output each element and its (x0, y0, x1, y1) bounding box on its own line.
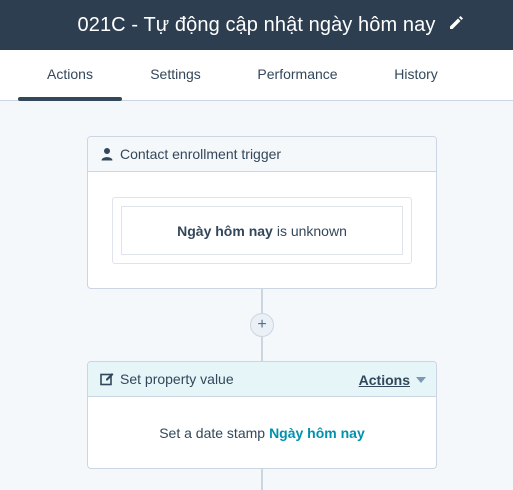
filter-property: Ngày hôm nay (177, 222, 273, 239)
actions-dropdown-label[interactable]: Actions (359, 372, 410, 388)
connector-line (261, 468, 263, 490)
tab-bar: Actions Settings Performance History (0, 50, 513, 101)
trigger-filter[interactable]: Ngày hôm nay is unknown (121, 206, 403, 255)
trigger-card-header: Contact enrollment trigger (88, 137, 436, 172)
action-description-text: Set a date stamp (159, 424, 266, 441)
connector-line (261, 289, 263, 313)
trigger-filter-group: Ngày hôm nay is unknown (112, 197, 412, 264)
add-action-button[interactable]: + (250, 313, 274, 337)
action-property-link[interactable]: Ngày hôm nay (269, 425, 365, 441)
tab-performance[interactable]: Performance (236, 50, 359, 100)
tab-settings[interactable]: Settings (128, 50, 223, 100)
enrollment-trigger-card[interactable]: Contact enrollment trigger Ngày hôm nay … (87, 136, 437, 289)
filter-condition: is unknown (276, 222, 347, 239)
edit-square-icon (100, 373, 114, 386)
pencil-icon[interactable] (447, 13, 465, 31)
action-title: Set property value (120, 371, 234, 387)
workflow-title[interactable]: 021C - Tự động cập nhật ngày hôm nay (78, 14, 436, 37)
person-icon (101, 148, 113, 161)
actions-dropdown[interactable]: Actions (359, 362, 426, 397)
action-description: Set a date stamp Ngày hôm nay (88, 397, 436, 468)
tab-actions[interactable]: Actions (18, 50, 122, 100)
set-property-action-card[interactable]: Set property value Actions Set a date st… (87, 361, 437, 469)
tab-history[interactable]: History (372, 50, 460, 100)
trigger-title: Contact enrollment trigger (120, 146, 282, 162)
workflow-header: 021C - Tự động cập nhật ngày hôm nay (0, 0, 513, 50)
action-card-header: Set property value Actions (88, 362, 436, 397)
connector-line (261, 337, 263, 362)
active-tab-indicator (18, 97, 122, 101)
caret-down-icon[interactable] (416, 376, 426, 383)
